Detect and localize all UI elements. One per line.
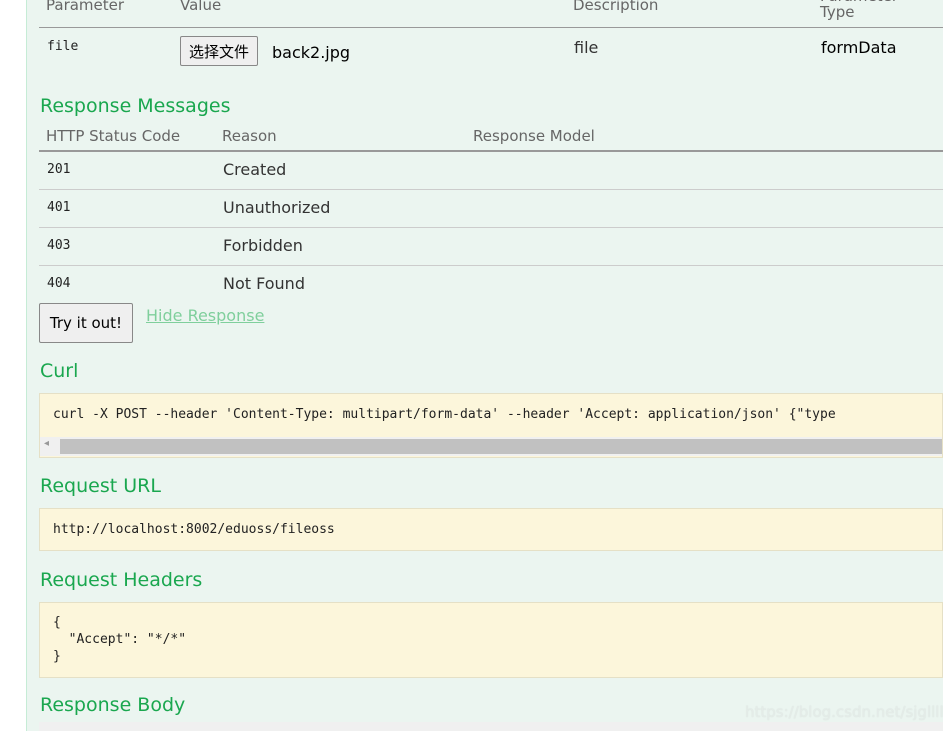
- status-code: 401: [47, 200, 71, 215]
- reason: Unauthorized: [223, 198, 331, 217]
- horizontal-scrollbar[interactable]: ◂: [40, 437, 942, 456]
- col-reason: Reason: [222, 127, 277, 145]
- reason: Created: [223, 160, 287, 179]
- reason: Not Found: [223, 274, 305, 293]
- curl-title: Curl: [40, 360, 79, 382]
- scrollbar-thumb[interactable]: [60, 439, 942, 454]
- header-line: "Accept": "*/*": [53, 632, 187, 647]
- request-headers-title: Request Headers: [40, 569, 203, 591]
- choose-file-button[interactable]: 选择文件: [180, 36, 259, 66]
- header-line: {: [53, 615, 61, 630]
- status-code: 201: [47, 162, 71, 177]
- status-code: 403: [47, 238, 71, 253]
- request-url-box: http://localhost:8002/eduoss/fileoss: [39, 508, 943, 551]
- col-value: Value: [180, 0, 222, 14]
- response-body-title: Response Body: [40, 694, 186, 716]
- reason: Forbidden: [223, 236, 303, 255]
- col-parameter-type: Parameter Type: [820, 0, 898, 21]
- request-headers-box: { "Accept": "*/*" }: [39, 602, 943, 678]
- request-url: http://localhost:8002/eduoss/fileoss: [53, 522, 335, 537]
- hide-response-link[interactable]: Hide Response: [146, 306, 264, 325]
- status-code: 404: [47, 276, 71, 291]
- param-description: file: [574, 38, 599, 57]
- curl-command: curl -X POST --header 'Content-Type: mul…: [53, 407, 836, 422]
- col-description: Description: [573, 0, 659, 14]
- file-name: back2.jpg: [272, 43, 351, 62]
- request-url-title: Request URL: [40, 475, 161, 497]
- header-line: }: [53, 649, 61, 664]
- param-type: formData: [821, 38, 897, 57]
- col-parameter: Parameter: [46, 0, 125, 14]
- param-name: file: [47, 39, 79, 54]
- try-it-out-button[interactable]: Try it out!: [39, 303, 133, 343]
- scroll-left-icon[interactable]: ◂: [44, 438, 49, 449]
- col-status-code: HTTP Status Code: [46, 127, 181, 145]
- col-response-model: Response Model: [473, 127, 595, 145]
- response-messages-title: Response Messages: [40, 95, 231, 117]
- response-body-box: [39, 722, 943, 731]
- watermark: https://blog.csdn.net/sjglllllll: [745, 703, 943, 721]
- curl-box: curl -X POST --header 'Content-Type: mul…: [39, 393, 943, 458]
